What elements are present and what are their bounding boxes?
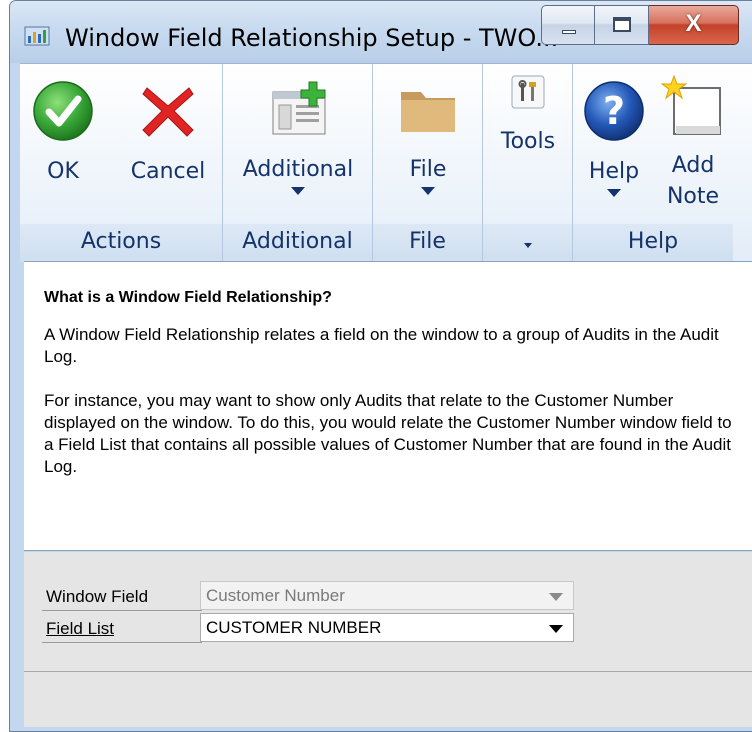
maximize-icon bbox=[613, 17, 631, 32]
help-paragraph: A Window Field Relationship relates a fi… bbox=[44, 325, 719, 366]
dropdown-arrow-icon bbox=[549, 625, 563, 633]
close-icon: X bbox=[685, 10, 702, 37]
title-bar[interactable]: Window Field Relationship Setup - TWO...… bbox=[10, 1, 752, 63]
ribbon-group-help: ? Help Add Note Help bbox=[573, 64, 733, 262]
ribbon-group-actions: OK Cancel Actions bbox=[20, 64, 223, 262]
help-paragraph: For instance, you may want to show only … bbox=[44, 391, 732, 476]
svg-text:?: ? bbox=[603, 89, 625, 133]
additional-label: Additional bbox=[242, 157, 354, 182]
ribbon-group-tools: Tools bbox=[483, 64, 573, 262]
window-title: Window Field Relationship Setup - TWO... bbox=[65, 24, 559, 52]
cancel-button[interactable]: Cancel bbox=[118, 64, 218, 184]
app-window: Window Field Relationship Setup - TWO...… bbox=[9, 0, 752, 732]
tools-button[interactable]: Tools bbox=[488, 64, 568, 154]
tools-group-expander[interactable] bbox=[483, 224, 572, 262]
window-field-dropdown[interactable]: Customer Number bbox=[200, 581, 574, 610]
group-label-help: Help bbox=[573, 224, 733, 262]
cancel-x-icon bbox=[142, 87, 194, 137]
maximize-button[interactable] bbox=[595, 5, 649, 45]
window-field-value: Customer Number bbox=[206, 586, 345, 605]
group-label-file: File bbox=[373, 224, 482, 262]
chevron-down-icon bbox=[523, 243, 532, 248]
field-list-row: Field List CUSTOMER NUMBER bbox=[24, 613, 752, 643]
help-heading: What is a Window Field Relationship? bbox=[44, 289, 332, 306]
field-list-value: CUSTOMER NUMBER bbox=[206, 618, 382, 637]
help-question-icon: ? bbox=[584, 81, 644, 141]
group-label-actions: Actions bbox=[20, 224, 222, 262]
additional-window-icon bbox=[272, 81, 326, 135]
window-field-label: Window Field bbox=[46, 587, 149, 606]
add-note-label-line2: Note bbox=[666, 184, 720, 209]
chevron-down-icon bbox=[421, 187, 435, 195]
tools-icon bbox=[511, 75, 545, 109]
folder-icon bbox=[401, 92, 455, 132]
add-note-button[interactable]: Add Note bbox=[655, 64, 731, 209]
ribbon-group-file: File File bbox=[373, 64, 483, 262]
help-body: A Window Field Relationship relates a fi… bbox=[44, 324, 734, 478]
group-label-additional: Additional bbox=[223, 224, 372, 262]
ok-label: OK bbox=[47, 159, 79, 184]
divider bbox=[42, 610, 202, 611]
cancel-label: Cancel bbox=[130, 159, 206, 184]
chevron-down-icon bbox=[607, 189, 621, 197]
app-icon bbox=[24, 26, 50, 46]
checkmark-icon bbox=[33, 81, 93, 141]
dropdown-arrow-icon bbox=[549, 593, 563, 601]
add-note-label-line1: Add bbox=[671, 153, 715, 178]
chevron-down-icon bbox=[291, 187, 305, 195]
file-label: File bbox=[409, 157, 447, 182]
tools-label: Tools bbox=[500, 129, 556, 154]
field-list-dropdown[interactable]: CUSTOMER NUMBER bbox=[200, 613, 574, 642]
divider bbox=[42, 642, 202, 643]
minimize-button[interactable] bbox=[541, 5, 595, 45]
ok-button[interactable]: OK bbox=[28, 64, 98, 184]
window-field-row: Window Field Customer Number bbox=[24, 581, 752, 611]
note-icon bbox=[660, 74, 721, 135]
additional-button[interactable]: Additional bbox=[233, 64, 363, 200]
status-strip bbox=[24, 671, 752, 727]
help-label: Help bbox=[588, 159, 640, 184]
field-list-link[interactable]: Field List bbox=[46, 619, 114, 639]
caption-buttons: X bbox=[541, 5, 739, 45]
close-button[interactable]: X bbox=[649, 5, 739, 45]
ribbon-group-additional: Additional Additional bbox=[223, 64, 373, 262]
help-content-panel: What is a Window Field Relationship? A W… bbox=[24, 261, 752, 551]
ribbon: OK Cancel Actions Additional Additional … bbox=[20, 63, 752, 262]
file-button[interactable]: File bbox=[388, 64, 468, 200]
minimize-icon bbox=[562, 30, 576, 34]
help-button[interactable]: ? Help bbox=[579, 64, 649, 202]
